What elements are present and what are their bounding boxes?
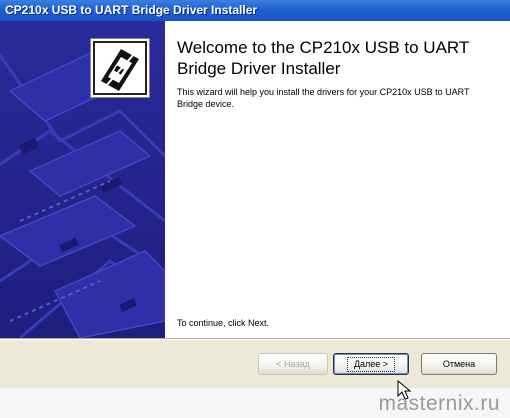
- next-button-label: Далее >: [346, 357, 396, 372]
- back-button-label: < Назад: [276, 359, 310, 369]
- usb-box-icon: [90, 38, 150, 98]
- footer-separator: [0, 338, 510, 340]
- wizard-content: Welcome to the CP210x USB to UART Bridge…: [90, 21, 510, 338]
- cancel-button[interactable]: Отмена: [421, 353, 497, 375]
- title-bar: CP210x USB to UART Bridge Driver Install…: [0, 0, 510, 21]
- next-button[interactable]: Далее >: [333, 353, 409, 375]
- installer-window: CP210x USB to UART Bridge Driver Install…: [0, 0, 510, 388]
- welcome-heading: Welcome to the CP210x USB to UART Bridge…: [177, 38, 469, 78]
- continue-instruction: To continue, click Next.: [177, 318, 270, 328]
- watermark-text: masternix.ru: [378, 392, 500, 415]
- back-button[interactable]: < Назад: [258, 353, 328, 375]
- wizard-description: This wizard will help you install the dr…: [177, 87, 470, 109]
- cancel-button-label: Отмена: [442, 359, 476, 369]
